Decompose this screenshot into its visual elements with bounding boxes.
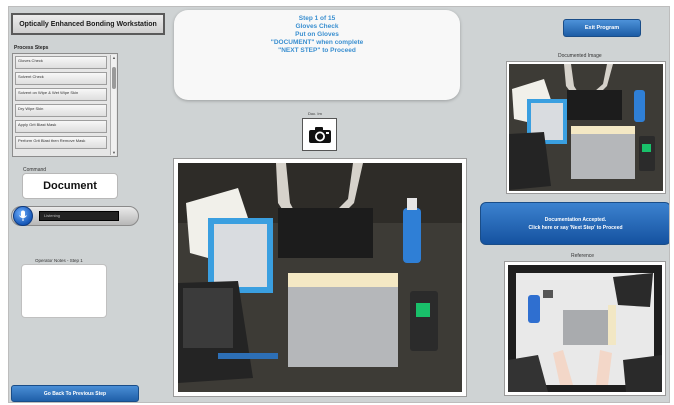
instruction-line: "DOCUMENT" when complete <box>270 39 364 46</box>
documentation-accepted-button[interactable]: Documentation Accepted. Click here or sa… <box>480 202 669 245</box>
documented-image <box>506 61 666 194</box>
reference-photo <box>508 265 662 392</box>
camera-icon <box>308 126 331 143</box>
scroll-up-icon[interactable]: ▲ <box>111 55 117 60</box>
operator-notes-input[interactable] <box>21 264 107 318</box>
scroll-thumb[interactable] <box>112 67 116 89</box>
microphone-icon[interactable] <box>13 206 33 226</box>
documented-image-photo <box>509 64 663 191</box>
step-item[interactable]: Perform Grit Blast then Remove Mask <box>15 136 107 149</box>
steps-scrollbar[interactable]: ▲ ▼ <box>110 55 116 155</box>
exit-button[interactable]: Exit Program <box>563 19 641 37</box>
operator-notes-label: Operator Notes - Step 1 <box>35 258 83 263</box>
command-display: Document <box>22 173 118 199</box>
voice-status: Listening <box>39 211 119 221</box>
live-camera-image <box>178 163 462 392</box>
instruction-line: Gloves Check <box>295 23 339 30</box>
step-item[interactable]: Dry Wipe Skin <box>15 104 107 117</box>
process-steps-label: Process Steps <box>14 45 49 51</box>
back-button[interactable]: Go Back To Previous Step <box>11 385 139 402</box>
reference-label: Reference <box>571 253 595 259</box>
accepted-title: Documentation Accepted. <box>544 216 607 223</box>
camera-label: Doc. Im <box>308 111 322 116</box>
step-item[interactable]: Solvent on Wipe & Wet Wipe Skin <box>15 88 107 101</box>
instruction-line: Put on Gloves <box>295 31 339 38</box>
scroll-down-icon[interactable]: ▼ <box>111 150 117 155</box>
step-item[interactable]: Solvent Check <box>15 72 107 85</box>
reference-image <box>504 261 666 396</box>
step-item[interactable]: Apply Grit Blast Mask <box>15 120 107 133</box>
process-steps-list[interactable]: Gloves Check Solvent Check Solvent on Wi… <box>12 53 118 157</box>
accepted-instruction: Click here or say 'Next Step' to Proceed <box>528 224 623 231</box>
app-title: Optically Enhanced Bonding Workstation <box>11 13 165 35</box>
instruction-line: "NEXT STEP" to Proceed <box>278 47 356 54</box>
workstation-window: Optically Enhanced Bonding Workstation P… <box>8 6 670 403</box>
instruction-panel: Step 1 of 15 Gloves Check Put on Gloves … <box>174 10 460 100</box>
step-item[interactable]: Gloves Check <box>15 56 107 69</box>
documented-image-label: Documented Image <box>558 53 602 59</box>
instruction-line: Step 1 of 15 <box>298 15 336 22</box>
live-camera-view <box>173 158 467 397</box>
camera-button[interactable] <box>302 118 337 151</box>
